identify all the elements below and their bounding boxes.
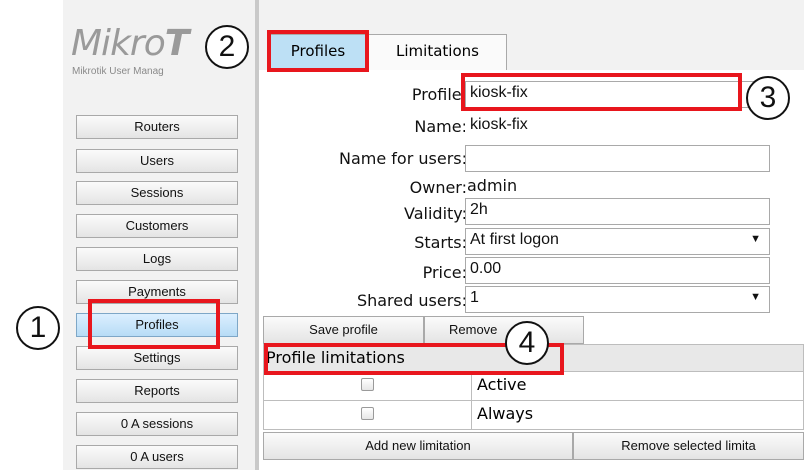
add-limitation-button[interactable]: Add new limitation — [263, 432, 573, 460]
profile-label: Profile: — [411, 85, 467, 104]
cell-separator — [471, 372, 472, 400]
limitation-label: Always — [477, 404, 534, 423]
shared-users-value: 1 — [470, 289, 479, 306]
callout-2: 2 — [205, 25, 249, 69]
limitation-checkbox[interactable] — [361, 407, 374, 420]
shared-users-select[interactable]: 1 ▼ — [465, 286, 770, 313]
callout-3: 3 — [746, 76, 790, 120]
validity-label: Validity: — [404, 204, 467, 223]
price-field[interactable]: 0.00 — [465, 257, 770, 284]
tab-bar: Profiles Limitations — [259, 30, 804, 70]
sidebar-item-profiles[interactable]: Profiles — [76, 313, 238, 337]
owner-label: Owner: — [409, 178, 467, 197]
chevron-down-icon: ▼ — [750, 233, 761, 245]
shared-users-label: Shared users: — [356, 291, 467, 310]
tab-profiles[interactable]: Profiles — [270, 34, 366, 70]
mikrotik-logo: MikroT — [71, 23, 190, 64]
starts-select-value: At first logon — [470, 231, 559, 248]
profile-select[interactable]: kiosk-fix ▼ — [465, 81, 770, 108]
name-for-users-label: Name for users: — [339, 149, 467, 168]
callout-1: 1 — [16, 306, 60, 350]
chevron-down-icon: ▼ — [750, 291, 761, 303]
sidebar-item-payments[interactable]: Payments — [76, 280, 238, 304]
validity-field[interactable]: 2h — [465, 198, 770, 225]
sidebar-item-settings[interactable]: Settings — [76, 346, 238, 370]
logo-subtitle: Mikrotik User Manag — [72, 66, 164, 77]
sidebar-item-users[interactable]: Users — [76, 149, 238, 173]
limitation-row: Always — [263, 401, 804, 430]
owner-value: admin — [467, 176, 518, 195]
logo-text-bold: T — [164, 23, 190, 64]
profile-select-value: kiosk-fix — [470, 84, 528, 101]
name-label: Name: — [414, 117, 467, 136]
name-for-users-field[interactable] — [465, 145, 770, 172]
logo-text: Mikro — [71, 23, 166, 64]
sidebar-item-active-users[interactable]: 0 A users — [76, 445, 238, 469]
save-profile-button[interactable]: Save profile — [263, 316, 424, 344]
sidebar-item-customers[interactable]: Customers — [76, 214, 238, 238]
sidebar-item-routers[interactable]: Routers — [76, 115, 238, 139]
remove-limitation-button[interactable]: Remove selected limita — [573, 432, 804, 460]
remove-profile-button[interactable]: Remove — [424, 316, 584, 344]
starts-label: Starts: — [414, 233, 467, 252]
callout-4: 4 — [505, 321, 549, 365]
limitation-label: Active — [477, 375, 527, 394]
sidebar-item-sessions[interactable]: Sessions — [76, 181, 238, 205]
sidebar-item-active-sessions[interactable]: 0 A sessions — [76, 412, 238, 436]
limitation-checkbox[interactable] — [361, 378, 374, 391]
limitation-row: Active — [263, 372, 804, 401]
sidebar-item-reports[interactable]: Reports — [76, 379, 238, 403]
sidebar-item-logs[interactable]: Logs — [76, 247, 238, 271]
tab-limitations[interactable]: Limitations — [368, 34, 507, 70]
price-label: Price: — [422, 263, 467, 282]
name-field[interactable]: kiosk-fix — [465, 113, 770, 140]
starts-select[interactable]: At first logon ▼ — [465, 228, 770, 255]
cell-separator — [471, 401, 472, 429]
